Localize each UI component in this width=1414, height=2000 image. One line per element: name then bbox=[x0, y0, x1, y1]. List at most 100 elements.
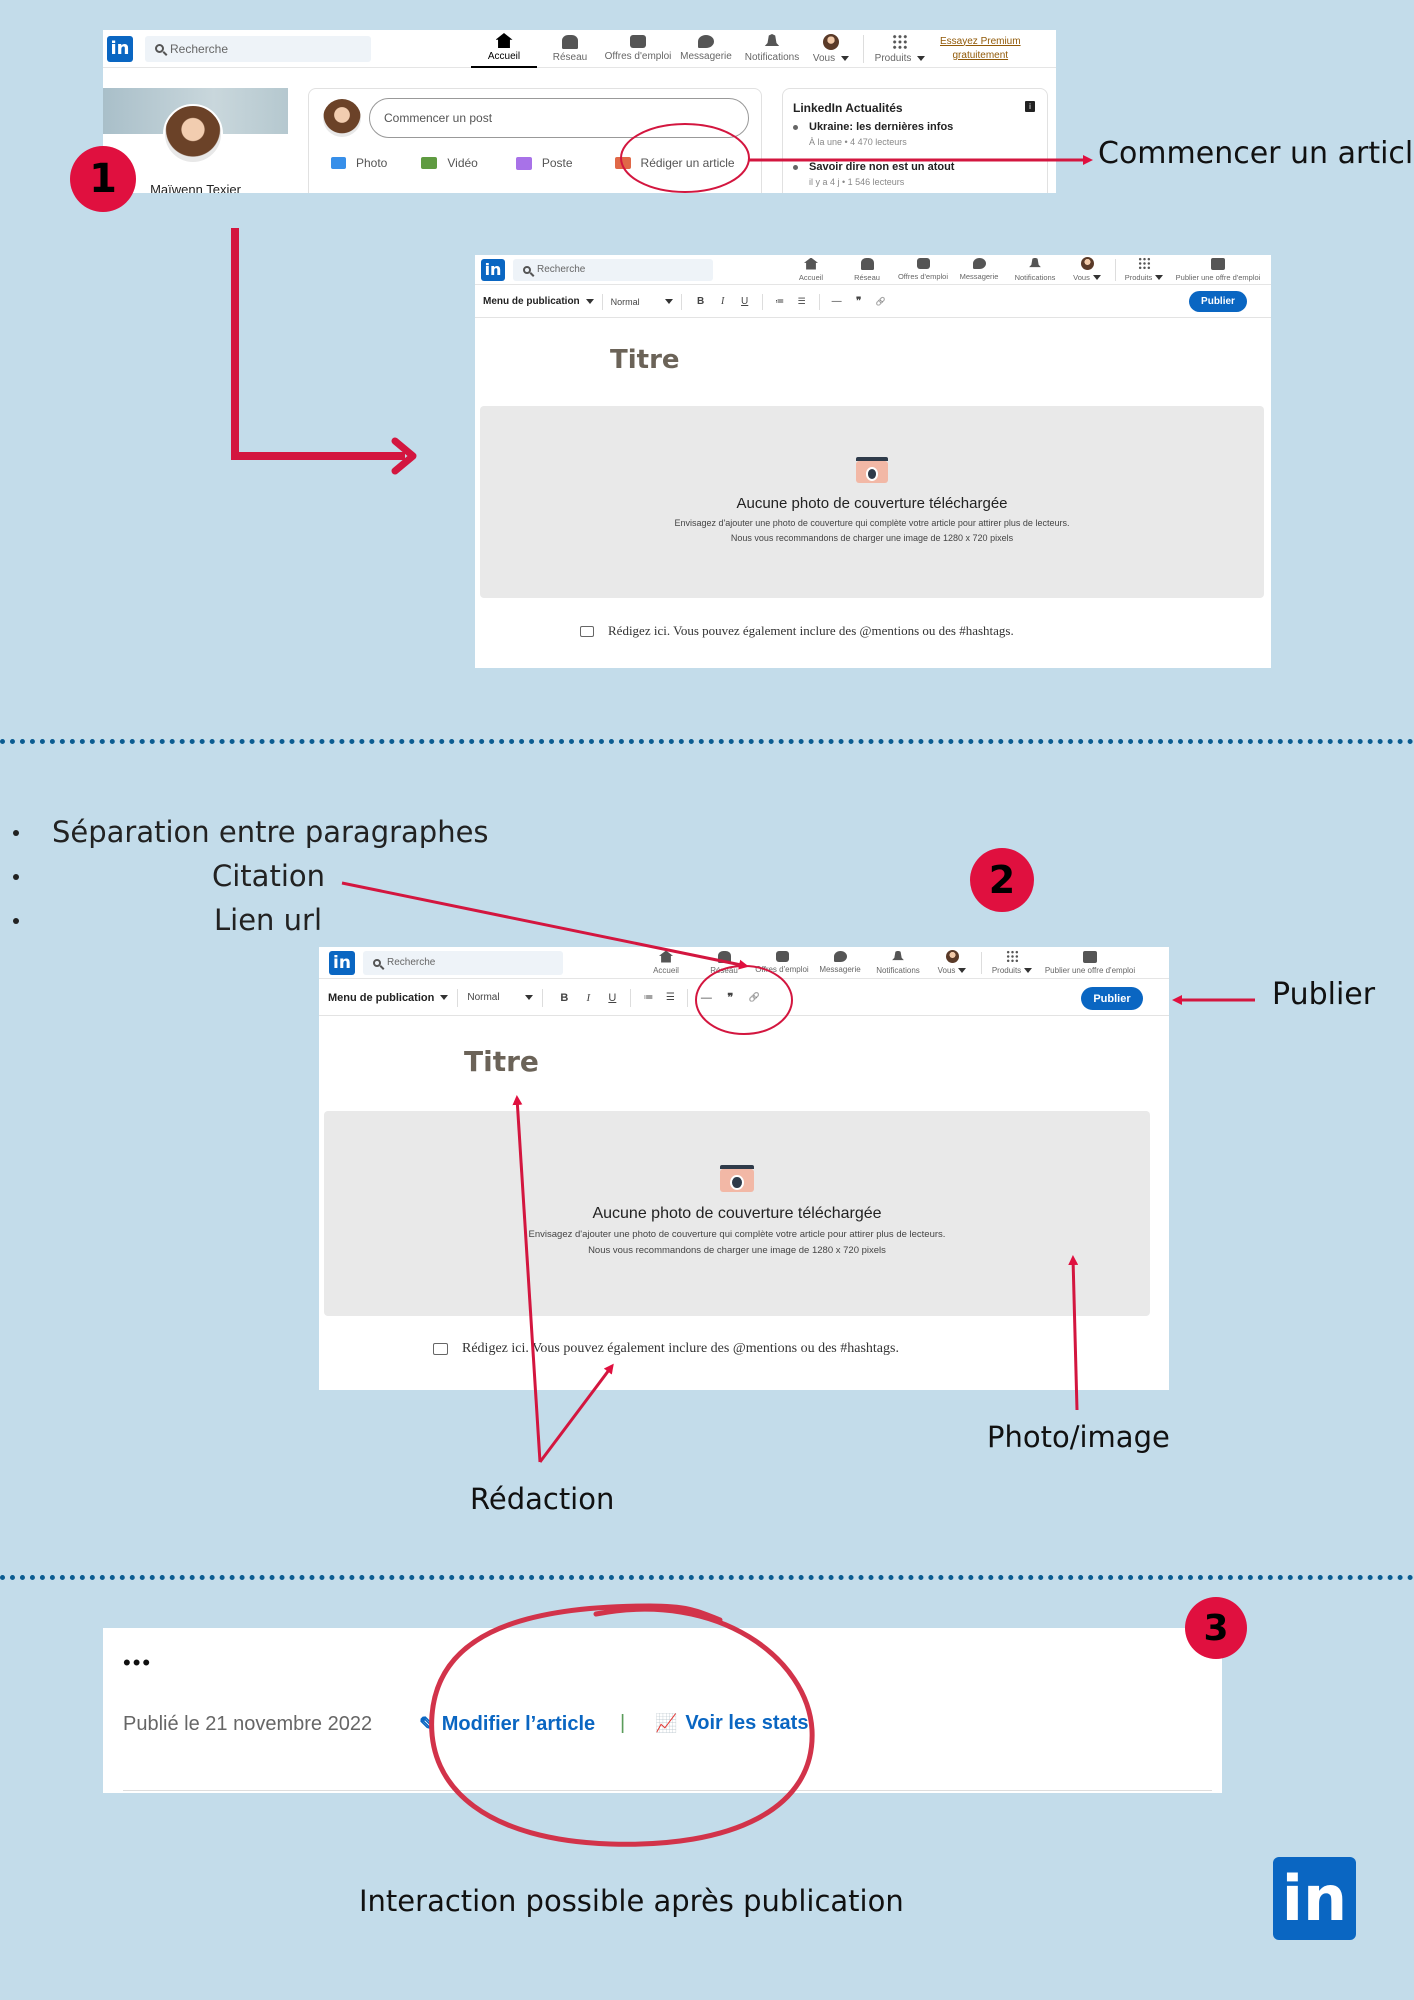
linkedin-logo-icon[interactable]: in bbox=[329, 950, 355, 975]
nav-label: Notifications bbox=[1014, 272, 1056, 282]
write-article-action[interactable]: Rédiger un article bbox=[614, 156, 735, 170]
share-actions: Photo Vidéo Poste Rédiger un article bbox=[309, 151, 763, 175]
underline-button[interactable]: U bbox=[734, 296, 756, 307]
nav-me[interactable]: Vous bbox=[1063, 257, 1111, 282]
home-screenshot: in Recherche Accueil Réseau Offres d'emp… bbox=[103, 30, 1056, 193]
nav-products[interactable]: Produits bbox=[870, 30, 930, 68]
briefcase-icon bbox=[630, 35, 646, 48]
nav-home[interactable]: Accueil bbox=[471, 30, 537, 68]
nav-messaging[interactable]: Messagerie bbox=[951, 258, 1007, 281]
chevron-down-icon bbox=[1155, 275, 1164, 280]
nav-notifications[interactable]: Notifications bbox=[869, 950, 927, 975]
quote-tool-button[interactable]: ❞ bbox=[848, 296, 870, 307]
search-placeholder: Recherche bbox=[537, 264, 586, 275]
section-separator bbox=[0, 1575, 1414, 1580]
quote-tool-button[interactable]: ❞ bbox=[718, 991, 742, 1004]
info-icon[interactable]: i bbox=[1025, 101, 1035, 112]
view-stats-link[interactable]: 📈 Voir les stats bbox=[655, 1712, 808, 1735]
chevron-down-icon bbox=[440, 995, 449, 1000]
redaction-callout: Rédaction bbox=[470, 1482, 615, 1516]
nav-products[interactable]: Produits bbox=[986, 950, 1038, 975]
body-input[interactable]: Rédigez ici. Vous pouvez également inclu… bbox=[580, 623, 1014, 639]
add-media-icon[interactable] bbox=[580, 625, 594, 637]
search-input[interactable]: Recherche bbox=[513, 258, 713, 281]
nav-me[interactable]: Vous bbox=[805, 30, 857, 68]
nav-label: Messagerie bbox=[959, 272, 999, 281]
news-item[interactable]: Ukraine: les dernières infos À la une • … bbox=[793, 121, 953, 147]
nav-me[interactable]: Vous bbox=[927, 950, 977, 975]
editor-screenshot-2: in Recherche Accueil Réseau Offres d'emp… bbox=[319, 947, 1169, 1390]
news-item[interactable]: Savoir dire non est un atout il y a 4 j … bbox=[793, 161, 954, 187]
nav-network[interactable]: Réseau bbox=[695, 950, 753, 975]
numbered-list-button[interactable]: ≔ bbox=[769, 296, 791, 307]
profile-avatar[interactable] bbox=[163, 104, 223, 164]
legend-text: Séparation entre paragraphes bbox=[52, 815, 489, 849]
grid-icon bbox=[1005, 950, 1019, 963]
nav-network[interactable]: Réseau bbox=[537, 30, 603, 68]
italic-button[interactable]: I bbox=[576, 992, 600, 1004]
style-dropdown[interactable]: Normal bbox=[611, 297, 673, 307]
step-3-badge: 3 bbox=[1185, 1597, 1247, 1659]
link-tool-button[interactable]: 🔗 bbox=[742, 992, 766, 1003]
action-label: Poste bbox=[541, 156, 573, 170]
nav-notifications[interactable]: Notifications bbox=[739, 30, 805, 68]
photo-icon bbox=[331, 157, 346, 169]
link-tool-button[interactable]: 🔗 bbox=[870, 297, 892, 306]
chat-icon bbox=[698, 35, 714, 48]
numbered-list-button[interactable]: ≔ bbox=[637, 992, 659, 1003]
bold-button[interactable]: B bbox=[552, 992, 576, 1004]
nav-label: Offres d'emploi bbox=[755, 965, 809, 974]
search-input[interactable]: Recherche bbox=[363, 950, 563, 975]
camera-icon bbox=[856, 457, 888, 483]
news-item-meta: À la une • 4 470 lecteurs bbox=[809, 137, 907, 147]
add-media-icon[interactable] bbox=[433, 1343, 448, 1355]
body-input[interactable]: Rédigez ici. Vous pouvez également inclu… bbox=[433, 1341, 899, 1357]
divider-tool-button[interactable]: — bbox=[826, 296, 848, 307]
publishing-menu-dropdown[interactable]: Menu de publication bbox=[328, 992, 449, 1004]
divider bbox=[1115, 258, 1116, 281]
nav-products[interactable]: Produits bbox=[1120, 257, 1168, 282]
nav-network[interactable]: Réseau bbox=[839, 257, 895, 282]
nav-messaging[interactable]: Messagerie bbox=[673, 30, 739, 68]
bold-button[interactable]: B bbox=[690, 296, 712, 307]
start-post-input[interactable]: Commencer un post bbox=[369, 98, 749, 138]
italic-button[interactable]: I bbox=[712, 296, 734, 307]
action-label: Vidéo bbox=[447, 156, 478, 170]
publish-button[interactable]: Publier bbox=[1081, 987, 1143, 1010]
cover-photo-area[interactable]: Aucune photo de couverture téléchargée E… bbox=[480, 406, 1264, 598]
publishing-menu-dropdown[interactable]: Menu de publication bbox=[483, 296, 594, 307]
bulleted-list-button[interactable]: ☰ bbox=[659, 992, 681, 1003]
nav-jobs[interactable]: Offres d'emploi bbox=[753, 951, 811, 974]
nav-jobs[interactable]: Offres d'emploi bbox=[603, 30, 673, 68]
video-action[interactable]: Vidéo bbox=[421, 156, 478, 170]
nav-notifications[interactable]: Notifications bbox=[1007, 257, 1063, 282]
title-input[interactable]: Titre bbox=[464, 1045, 539, 1078]
search-input[interactable]: Recherche bbox=[145, 35, 371, 62]
store-icon bbox=[1083, 950, 1097, 963]
title-input[interactable]: Titre bbox=[610, 345, 680, 375]
premium-link[interactable]: Essayez Premium gratuitement bbox=[940, 35, 1021, 63]
nav-home[interactable]: Accueil bbox=[783, 257, 839, 282]
photo-action[interactable]: Photo bbox=[331, 156, 387, 170]
network-icon bbox=[860, 257, 874, 270]
nav-post-job[interactable]: Publier une offre d'emploi bbox=[1168, 257, 1268, 282]
divider bbox=[863, 34, 864, 63]
nav-messaging[interactable]: Messagerie bbox=[811, 951, 869, 974]
cover-photo-area[interactable]: Aucune photo de couverture téléchargée E… bbox=[324, 1111, 1150, 1316]
underline-button[interactable]: U bbox=[600, 992, 624, 1004]
avatar-icon bbox=[823, 33, 839, 50]
home-icon bbox=[659, 950, 673, 963]
editor-navbar: in Recherche Accueil Réseau Offres d'emp… bbox=[319, 947, 1169, 979]
nav-home[interactable]: Accueil bbox=[637, 950, 695, 975]
linkedin-logo-icon[interactable]: in bbox=[107, 35, 133, 62]
linkedin-logo-icon[interactable]: in bbox=[481, 258, 505, 281]
style-dropdown[interactable]: Normal bbox=[467, 992, 534, 1003]
more-options-icon[interactable]: ••• bbox=[123, 1650, 152, 1676]
edit-article-link[interactable]: ✎ Modifier l’article bbox=[419, 1712, 595, 1737]
nav-post-job[interactable]: Publier une offre d'emploi bbox=[1038, 950, 1142, 975]
divider-tool-button[interactable]: — bbox=[694, 992, 718, 1004]
bulleted-list-button[interactable]: ☰ bbox=[791, 296, 813, 307]
nav-jobs[interactable]: Offres d'emploi bbox=[895, 258, 951, 281]
publish-button[interactable]: Publier bbox=[1189, 291, 1247, 312]
job-action[interactable]: Poste bbox=[515, 156, 573, 170]
